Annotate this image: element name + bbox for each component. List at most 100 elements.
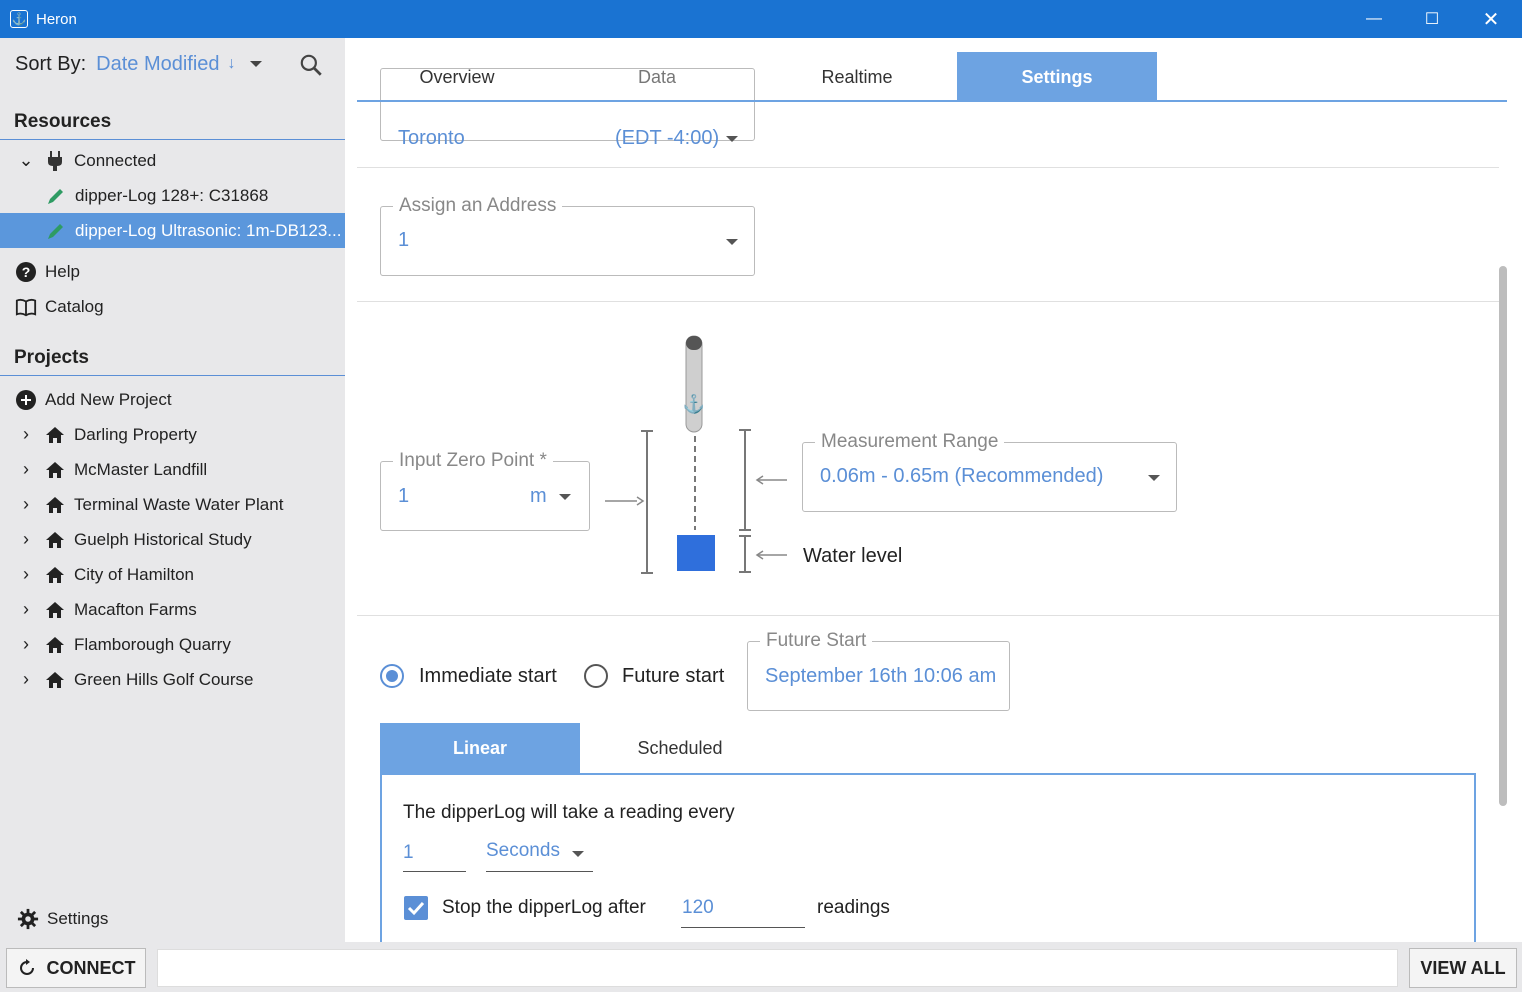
connected-label: Connected <box>74 150 157 170</box>
future-start-radio[interactable] <box>584 664 608 688</box>
tab-settings[interactable]: Settings <box>957 52 1157 102</box>
search-icon[interactable] <box>298 52 324 84</box>
svg-text:?: ? <box>22 264 31 280</box>
stop-checkbox[interactable] <box>404 896 428 920</box>
measurement-range-value: 0.06m - 0.65m (Recommended) <box>820 465 1104 487</box>
pencil-icon <box>45 220 67 242</box>
project-label: Flamborough Quarry <box>74 634 231 654</box>
probe-body <box>685 335 703 433</box>
settings-label: Settings <box>47 908 109 928</box>
interval-intro: The dipperLog will take a reading every <box>403 802 735 823</box>
device-item-selected[interactable]: dipper-Log Ultrasonic: 1m-DB123... <box>0 213 355 248</box>
window-title: Heron <box>36 10 77 28</box>
chevron-right-icon[interactable]: › <box>14 634 38 655</box>
immediate-start-label[interactable]: Immediate start <box>419 665 557 688</box>
tab-data[interactable]: Data <box>557 52 757 102</box>
home-icon <box>44 599 66 621</box>
zero-point-value: 1 <box>398 485 410 507</box>
chevron-right-icon[interactable]: › <box>14 599 38 620</box>
chevron-down-icon[interactable] <box>572 851 584 857</box>
main-panel: Toronto (EDT -4:00) Overview Data Realti… <box>345 38 1522 942</box>
project-item[interactable]: › Guelph Historical Study <box>0 522 345 557</box>
resources-heading: Resources <box>0 104 345 140</box>
stop-suffix: readings <box>817 897 890 918</box>
project-item[interactable]: › City of Hamilton <box>0 557 345 592</box>
chevron-down-icon <box>726 136 738 142</box>
sort-direction-icon[interactable]: ↓ <box>228 55 236 73</box>
add-project-label: Add New Project <box>45 389 172 409</box>
title-bar: ⚓ Heron — ☐ ✕ <box>0 0 1522 38</box>
minimize-button[interactable]: — <box>1345 0 1403 38</box>
home-icon <box>44 529 66 551</box>
tab-overview[interactable]: Overview <box>357 52 557 102</box>
chevron-right-icon[interactable]: › <box>14 669 38 690</box>
home-icon <box>44 459 66 481</box>
tab-realtime[interactable]: Realtime <box>757 52 957 102</box>
chevron-right-icon[interactable]: › <box>14 459 38 480</box>
divider <box>357 301 1499 302</box>
status-bar-input[interactable] <box>157 949 1398 987</box>
chevron-right-icon[interactable]: › <box>14 564 38 585</box>
chevron-down-icon[interactable] <box>559 494 571 500</box>
maximize-button[interactable]: ☐ <box>1403 0 1461 38</box>
divider <box>357 615 1499 616</box>
chevron-down-icon[interactable] <box>249 61 262 67</box>
plug-icon <box>44 150 66 172</box>
project-label: Green Hills Golf Course <box>74 669 254 689</box>
project-item[interactable]: › Green Hills Golf Course <box>0 662 345 697</box>
address-select[interactable]: Assign an Address 1 <box>380 195 755 276</box>
tab-linear[interactable]: Linear <box>380 723 580 773</box>
interval-underline <box>403 871 466 872</box>
project-label: Guelph Historical Study <box>74 529 252 549</box>
project-item[interactable]: › McMaster Landfill <box>0 452 345 487</box>
project-label: City of Hamilton <box>74 564 194 584</box>
project-item[interactable]: › Macafton Farms <box>0 592 345 627</box>
help-icon: ? <box>15 261 37 283</box>
sort-select[interactable]: Date Modified <box>96 53 219 76</box>
add-project-button[interactable]: Add New Project <box>0 382 345 417</box>
help-label: Help <box>45 261 80 281</box>
add-circle-icon <box>15 389 37 411</box>
help-item[interactable]: ? Help <box>0 254 345 289</box>
zero-point-field[interactable]: Input Zero Point * 1 m <box>380 450 590 531</box>
project-label: Terminal Waste Water Plant <box>74 494 284 514</box>
device-item[interactable]: dipper-Log 128+: C31868 <box>0 178 345 213</box>
project-label: McMaster Landfill <box>74 459 208 479</box>
immediate-start-radio[interactable] <box>380 664 404 688</box>
project-label: Macafton Farms <box>74 599 197 619</box>
sort-label: Sort By: <box>15 52 87 75</box>
book-icon <box>15 296 37 318</box>
gear-icon <box>17 908 39 930</box>
project-item[interactable]: › Terminal Waste Water Plant <box>0 487 345 522</box>
sort-row: Sort By: Date Modified ↓ <box>0 38 345 90</box>
stop-readings-input[interactable]: 120 <box>682 897 714 919</box>
sidebar: Sort By: Date Modified ↓ Resources ⌄ Con… <box>0 38 355 942</box>
chevron-right-icon[interactable]: › <box>14 424 38 445</box>
measurement-range-select[interactable]: Measurement Range 0.06m - 0.65m (Recomme… <box>802 431 1177 512</box>
interval-input[interactable]: 1 <box>403 842 414 864</box>
unit-underline <box>486 871 593 872</box>
tab-scheduled[interactable]: Scheduled <box>580 723 780 773</box>
chevron-right-icon[interactable]: › <box>14 494 38 515</box>
catalog-item[interactable]: Catalog <box>0 289 345 324</box>
future-start-field-label: Future Start <box>760 630 873 652</box>
chevron-right-icon[interactable]: › <box>14 529 38 550</box>
home-icon <box>44 494 66 516</box>
chevron-down-icon[interactable]: ⌄ <box>14 150 38 171</box>
future-start-label[interactable]: Future start <box>622 665 724 688</box>
project-item[interactable]: › Flamborough Quarry <box>0 627 345 662</box>
main-tabs: Overview Data Realtime Settings <box>357 52 1507 102</box>
future-start-field[interactable]: Future Start September 16th 10:06 am <box>747 630 1010 711</box>
settings-item[interactable]: Settings <box>0 901 345 936</box>
view-all-button[interactable]: VIEW ALL <box>1409 948 1517 988</box>
stop-underline <box>681 927 805 928</box>
interval-unit-select[interactable]: Seconds <box>486 840 560 862</box>
scrollbar[interactable] <box>1499 266 1507 806</box>
future-start-value: September 16th 10:06 am <box>765 665 995 687</box>
connected-group[interactable]: ⌄ Connected <box>0 143 345 178</box>
close-button[interactable]: ✕ <box>1462 0 1520 38</box>
zero-point-unit[interactable]: m <box>530 485 547 508</box>
project-item[interactable]: › Darling Property <box>0 417 345 452</box>
home-icon <box>44 424 66 446</box>
connect-button[interactable]: CONNECT <box>6 948 146 988</box>
